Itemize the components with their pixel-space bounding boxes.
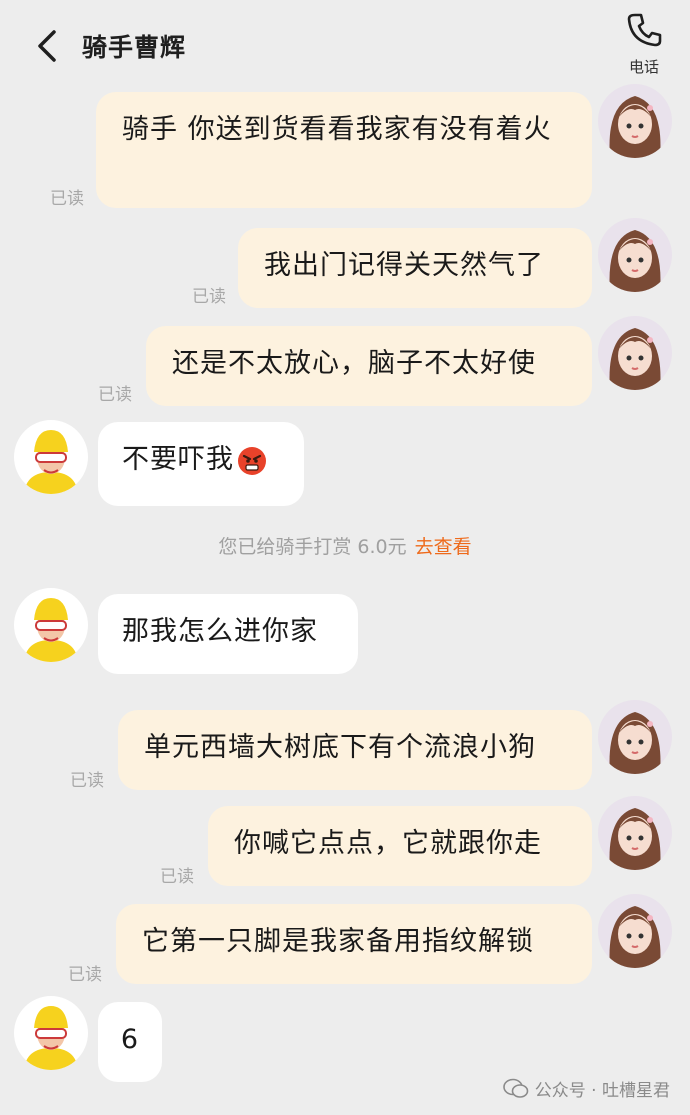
- watermark-text: 公众号 · 吐槽星君: [534, 1081, 670, 1101]
- message-bubble-received[interactable]: 6: [98, 1002, 162, 1082]
- rider-avatar[interactable]: [14, 996, 88, 1070]
- message-text: 不要吓我: [122, 444, 234, 475]
- my-avatar[interactable]: [598, 700, 672, 774]
- my-avatar[interactable]: [598, 796, 672, 870]
- message-bubble-received[interactable]: 那我怎么进你家: [98, 594, 358, 674]
- message-bubble-sent[interactable]: 骑手 你送到货看看我家有没有着火: [96, 92, 592, 208]
- call-button[interactable]: 电话: [618, 10, 670, 80]
- tip-notice-text: 您已给骑手打赏 6.0元: [218, 536, 407, 558]
- read-receipt: 已读: [70, 771, 104, 791]
- watermark: 公众号 · 吐槽星君: [502, 1076, 670, 1101]
- angry-face-emoji-icon: [238, 446, 266, 475]
- rider-avatar-icon: [24, 430, 78, 494]
- chat-header: 骑手曹辉 电话: [0, 0, 690, 86]
- message-text: 你喊它点点，它就跟你走: [234, 828, 542, 859]
- girl-avatar-icon: [609, 712, 661, 774]
- read-receipt: 已读: [68, 965, 102, 985]
- back-arrow-icon[interactable]: [34, 28, 64, 64]
- girl-avatar-icon: [609, 808, 661, 870]
- girl-avatar-icon: [609, 328, 661, 390]
- call-label: 电话: [628, 58, 659, 76]
- my-avatar[interactable]: [598, 84, 672, 158]
- read-receipt: 已读: [160, 867, 194, 887]
- message-text: 那我怎么进你家: [122, 616, 318, 647]
- message-text: 单元西墙大树底下有个流浪小狗: [144, 732, 536, 763]
- girl-avatar-icon: [609, 906, 661, 968]
- rider-avatar-icon: [24, 598, 78, 662]
- wechat-official-account-icon: [502, 1078, 529, 1098]
- message-text: 它第一只脚是我家备用指纹解锁: [142, 926, 534, 957]
- message-text: 我出门记得关天然气了: [264, 250, 544, 281]
- message-bubble-sent[interactable]: 它第一只脚是我家备用指纹解锁: [116, 904, 592, 984]
- rider-avatar-icon: [24, 1006, 78, 1070]
- girl-avatar-icon: [609, 96, 661, 158]
- message-bubble-sent[interactable]: 单元西墙大树底下有个流浪小狗: [118, 710, 592, 790]
- message-bubble-sent[interactable]: 我出门记得关天然气了: [238, 228, 592, 308]
- my-avatar[interactable]: [598, 316, 672, 390]
- message-bubble-sent[interactable]: 你喊它点点，它就跟你走: [208, 806, 592, 886]
- my-avatar[interactable]: [598, 218, 672, 292]
- rider-avatar[interactable]: [14, 420, 88, 494]
- my-avatar[interactable]: [598, 894, 672, 968]
- message-bubble-sent[interactable]: 还是不太放心，脑子不太好使: [146, 326, 592, 406]
- read-receipt: 已读: [50, 189, 84, 209]
- message-text: 还是不太放心，脑子不太好使: [172, 348, 536, 379]
- message-text: 6: [120, 1024, 140, 1055]
- message-bubble-received[interactable]: 不要吓我: [98, 422, 304, 506]
- view-tip-link[interactable]: 去查看: [415, 536, 472, 558]
- chat-title: 骑手曹辉: [82, 33, 187, 62]
- rider-avatar[interactable]: [14, 588, 88, 662]
- girl-avatar-icon: [609, 230, 661, 292]
- read-receipt: 已读: [192, 287, 226, 307]
- message-text: 骑手 你送到货看看我家有没有着火: [122, 114, 552, 145]
- phone-icon: [627, 13, 662, 47]
- read-receipt: 已读: [98, 385, 132, 405]
- system-notice: 您已给骑手打赏 6.0元 去查看: [0, 532, 690, 559]
